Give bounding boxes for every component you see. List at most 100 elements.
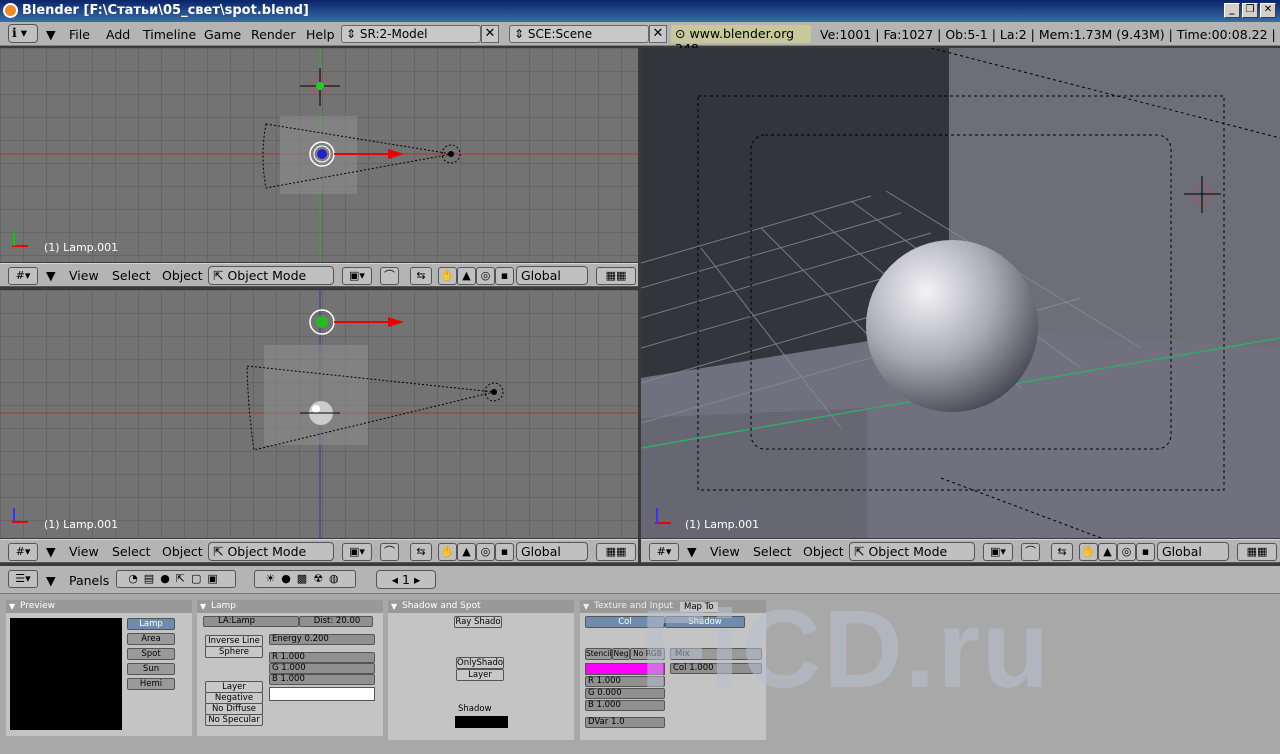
scale-icon[interactable]: ▪ [1136, 543, 1155, 561]
context-tabs-icon[interactable]: ◔▤●⇱▢▣ [116, 570, 236, 588]
orientation-label: Global [521, 268, 561, 283]
draw-type-icon[interactable]: ▣▾ [342, 543, 372, 561]
camera-view-viewport[interactable]: (1) Lamp.001 [641, 48, 1280, 538]
layer-grid-icon[interactable]: ▦▦ [596, 267, 636, 285]
minimize-icon[interactable]: _ [1224, 3, 1240, 18]
layers-icon[interactable]: ⇆ [1051, 543, 1073, 561]
info-icon[interactable]: ℹ ▾ [8, 24, 38, 43]
panels-label: Panels [69, 573, 110, 588]
website-link[interactable]: ⊙ www.blender.org 248 [671, 25, 811, 56]
orientation-dropdown[interactable]: Global [516, 266, 588, 285]
top-view-viewport[interactable]: (1) Lamp.001 [0, 48, 638, 262]
shadow-color-swatch[interactable] [455, 716, 508, 728]
screen-delete-icon[interactable]: ✕ [481, 25, 499, 43]
collapse-arrow-icon[interactable]: ▼ [46, 544, 56, 559]
only-shadow-toggle[interactable]: OnlyShado [456, 657, 504, 669]
scene-delete-icon[interactable]: ✕ [649, 25, 667, 43]
no-specular-toggle[interactable]: No Specular [205, 714, 263, 726]
stencil-toggle[interactable]: Stencil [585, 648, 612, 660]
menu-game[interactable]: Game [204, 27, 241, 42]
rotate-icon[interactable]: ◎ [476, 267, 495, 285]
orientation-label: Global [521, 544, 561, 559]
shadow-layer-toggle[interactable]: Layer [456, 669, 504, 681]
menu-help[interactable]: Help [306, 27, 335, 42]
editor-type-icon[interactable]: ☰▾ [8, 570, 38, 588]
collapse-arrow-icon[interactable]: ▼ [46, 27, 56, 42]
blue-slider[interactable]: B 1.000 [269, 674, 375, 685]
shading-tabs-icon[interactable]: ☀●▩☢◍ [254, 570, 356, 588]
scale-icon[interactable]: ▪ [495, 543, 514, 561]
front-view-header: #▾ ▼ View Select Object ⇱ Object Mode ▣▾… [0, 539, 638, 563]
menu-view[interactable]: View [710, 544, 740, 559]
lamp-name-field[interactable]: LA:Lamp [203, 616, 299, 627]
lamp-type-area[interactable]: Area [127, 633, 175, 645]
layers-icon[interactable]: ⇆ [410, 543, 432, 561]
screen-selector[interactable]: ⇕ SR:2-Model [341, 25, 481, 43]
lamp-type-hemi[interactable]: Hemi [127, 678, 175, 690]
lamp-color-swatch[interactable] [269, 687, 375, 701]
pivot-icon[interactable]: ⌒ [380, 543, 399, 561]
camera-view-header: #▾ ▼ View Select Object ⇱ Object Mode ▣▾… [641, 539, 1280, 563]
manipulator-hand-icon[interactable]: ✋ [438, 543, 457, 561]
rotate-icon[interactable]: ◎ [1117, 543, 1136, 561]
top-view-label: (1) Lamp.001 [44, 241, 119, 254]
frame-field[interactable]: ◂ 1 ▸ [376, 570, 436, 589]
translate-icon[interactable]: ▲ [457, 543, 476, 561]
menu-object[interactable]: Object [803, 544, 844, 559]
mode-dropdown[interactable]: ⇱ Object Mode [208, 542, 334, 561]
menu-file[interactable]: File [69, 27, 90, 42]
neg-toggle[interactable]: Neg [612, 648, 630, 660]
layers-icon[interactable]: ⇆ [410, 267, 432, 285]
menu-object[interactable]: Object [162, 544, 203, 559]
pivot-icon[interactable]: ⌒ [380, 267, 399, 285]
collapse-arrow-icon[interactable]: ▼ [687, 544, 697, 559]
sphere-toggle[interactable]: Sphere [205, 646, 263, 658]
green-slider[interactable]: G 1.000 [269, 663, 375, 674]
lamp-type-sun[interactable]: Sun [127, 663, 175, 675]
pivot-icon[interactable]: ⌒ [1021, 543, 1040, 561]
translate-icon[interactable]: ▲ [457, 267, 476, 285]
lamp-type-spot[interactable]: Spot [127, 648, 175, 660]
layer-grid-icon[interactable]: ▦▦ [596, 543, 636, 561]
lamp-dist-field[interactable]: Dist: 20.00 [299, 616, 373, 627]
editor-type-icon[interactable]: #▾ [8, 543, 38, 561]
energy-slider[interactable]: Energy 0.200 [269, 634, 375, 645]
menu-render[interactable]: Render [251, 27, 296, 42]
editor-type-icon[interactable]: #▾ [8, 267, 38, 285]
front-view-viewport[interactable]: (1) Lamp.001 [0, 290, 638, 538]
translate-icon[interactable]: ▲ [1098, 543, 1117, 561]
draw-type-icon[interactable]: ▣▾ [983, 543, 1013, 561]
draw-type-icon[interactable]: ▣▾ [342, 267, 372, 285]
rotate-icon[interactable]: ◎ [476, 543, 495, 561]
lamp-type-lamp[interactable]: Lamp [127, 618, 175, 630]
scale-icon[interactable]: ▪ [495, 267, 514, 285]
menu-object[interactable]: Object [162, 268, 203, 283]
blender-logo-icon [3, 3, 18, 18]
menu-view[interactable]: View [69, 268, 99, 283]
mode-dropdown[interactable]: ⇱ Object Mode [849, 542, 975, 561]
menu-select[interactable]: Select [112, 544, 151, 559]
editor-type-icon[interactable]: #▾ [649, 543, 679, 561]
ray-shadow-toggle[interactable]: Ray Shado [454, 616, 502, 628]
menu-select[interactable]: Select [112, 268, 151, 283]
menu-select[interactable]: Select [753, 544, 792, 559]
maximize-icon[interactable]: ❐ [1242, 3, 1258, 18]
mode-dropdown[interactable]: ⇱ Object Mode [208, 266, 334, 285]
mode-label: Object Mode [868, 544, 948, 559]
collapse-arrow-icon[interactable]: ▼ [46, 573, 56, 588]
red-slider[interactable]: R 1.000 [269, 652, 375, 663]
manipulator-hand-icon[interactable]: ✋ [438, 267, 457, 285]
dvar-slider[interactable]: DVar 1.0 [585, 717, 665, 728]
shadow-color-label: Shadow [458, 704, 492, 714]
menu-add[interactable]: Add [106, 27, 130, 42]
layer-grid-icon[interactable]: ▦▦ [1237, 543, 1277, 561]
orientation-dropdown[interactable]: Global [1157, 542, 1229, 561]
lamp-panel: Lamp LA:Lamp Dist: 20.00 Inverse Line Sp… [197, 600, 383, 736]
orientation-dropdown[interactable]: Global [516, 542, 588, 561]
menu-view[interactable]: View [69, 544, 99, 559]
scene-selector[interactable]: ⇕ SCE:Scene [509, 25, 649, 43]
collapse-arrow-icon[interactable]: ▼ [46, 268, 56, 283]
manipulator-hand-icon[interactable]: ✋ [1079, 543, 1098, 561]
menu-timeline[interactable]: Timeline [143, 27, 196, 42]
close-icon[interactable]: ✕ [1260, 3, 1276, 18]
